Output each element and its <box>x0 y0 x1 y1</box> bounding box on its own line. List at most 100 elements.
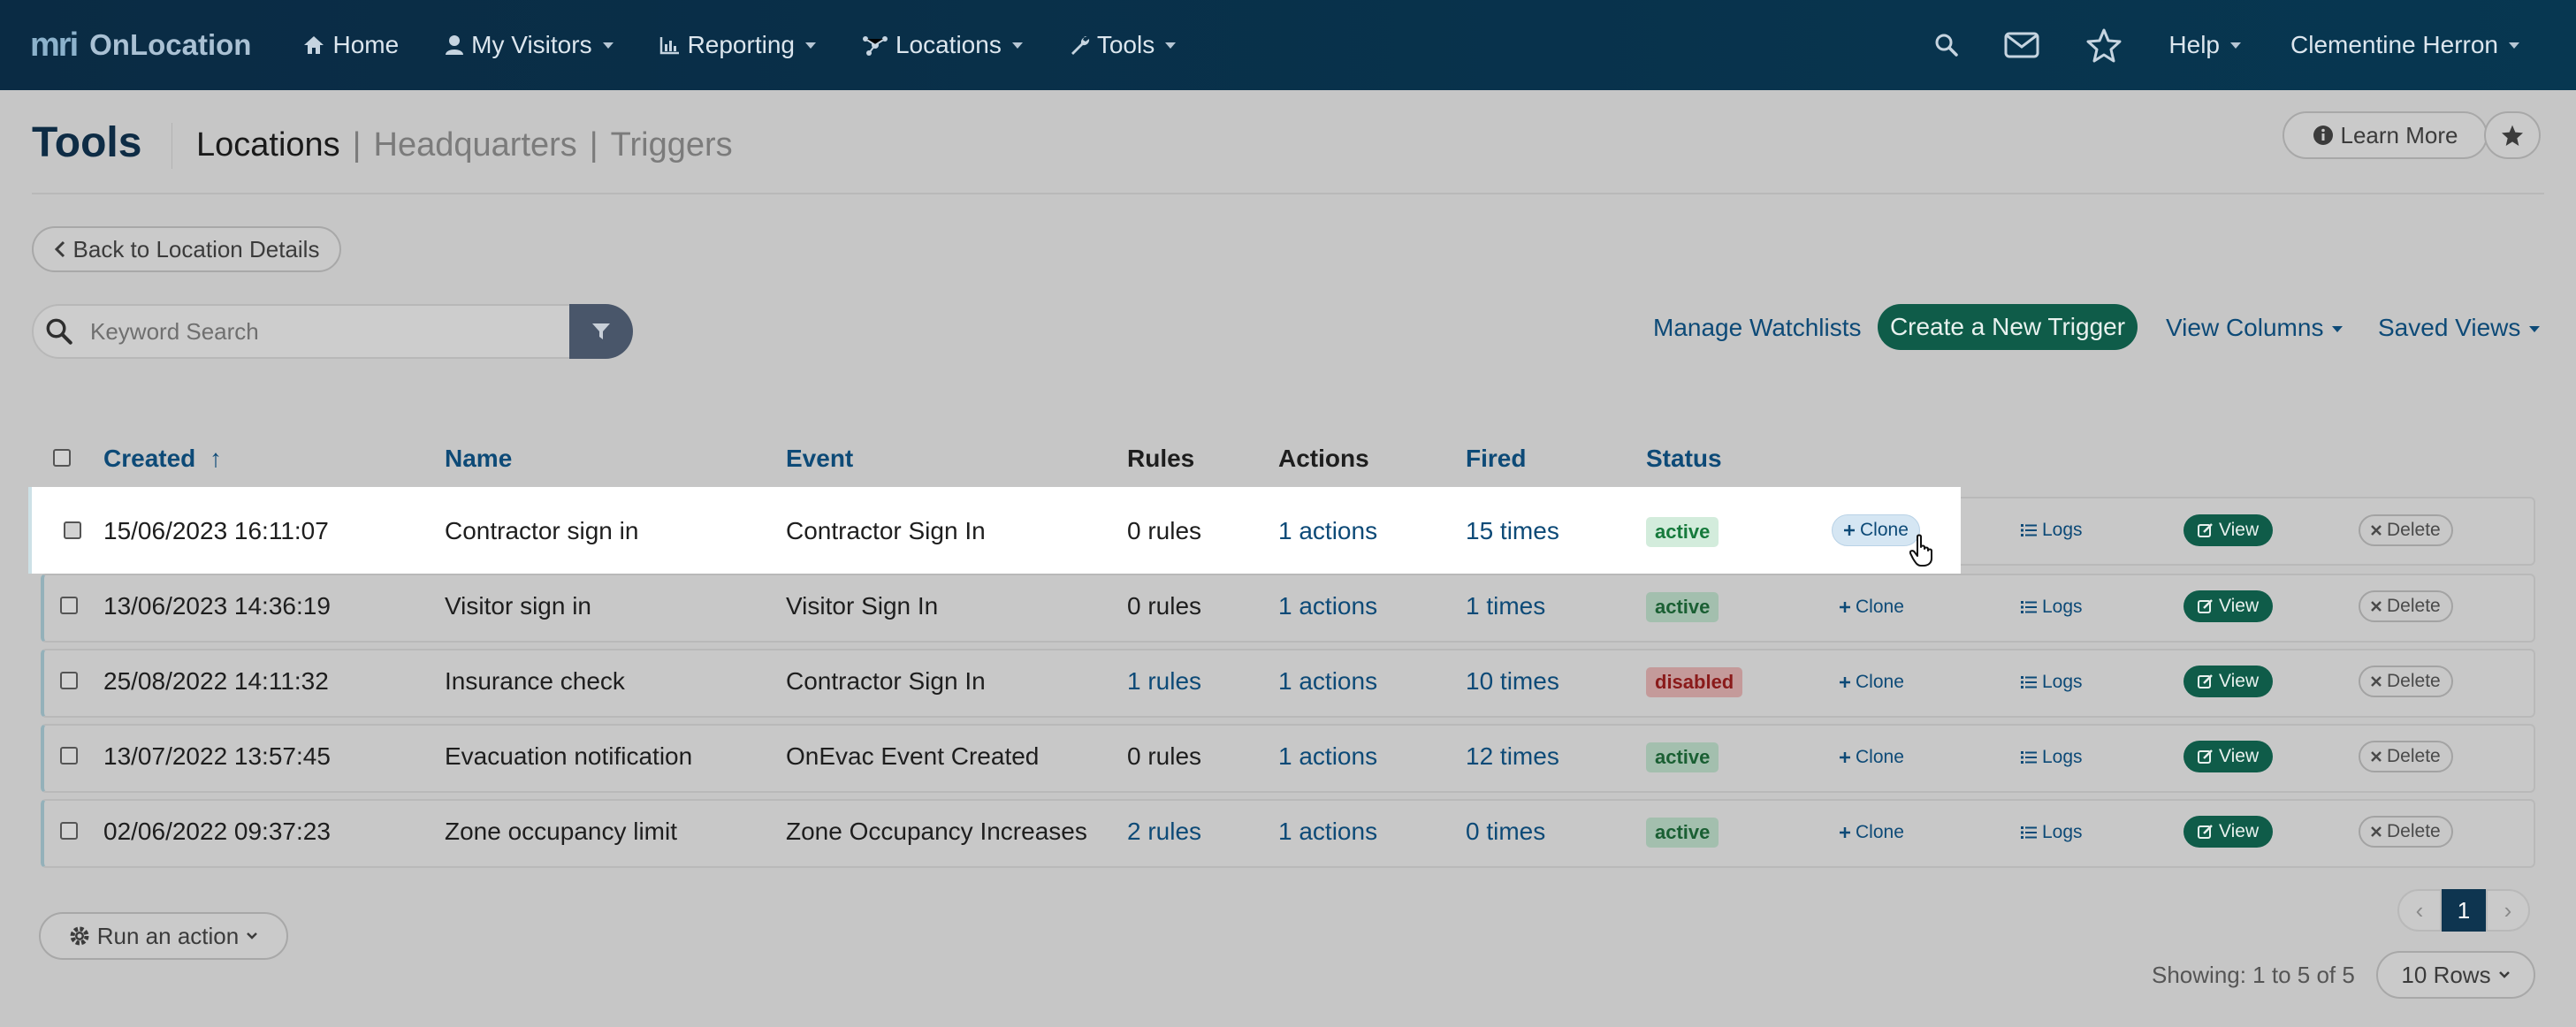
logs-button[interactable]: Logs <box>2021 672 2083 693</box>
logo[interactable]: mri OnLocation <box>30 27 251 65</box>
tab-triggers[interactable]: Triggers <box>611 126 733 164</box>
cell-fired-link[interactable]: 1 times <box>1466 592 1545 620</box>
column-header-fired[interactable]: Fired <box>1466 445 1526 473</box>
cell-actions-link[interactable]: 1 actions <box>1278 667 1377 696</box>
view-button[interactable]: View <box>2184 741 2274 772</box>
edit-icon <box>2198 523 2213 537</box>
delete-button[interactable]: Delete <box>2359 816 2453 848</box>
view-columns-label: View Columns <box>2166 314 2324 341</box>
tab-headquarters[interactable]: Headquarters <box>374 126 577 164</box>
delete-button[interactable]: Delete <box>2359 514 2453 546</box>
nav-home[interactable]: Home <box>302 31 399 59</box>
info-icon <box>2313 126 2333 145</box>
logs-button[interactable]: Logs <box>2021 520 2083 541</box>
cell-fired-link[interactable]: 0 times <box>1466 818 1545 846</box>
pagination-prev[interactable]: ‹ <box>2397 889 2442 932</box>
clone-button[interactable]: Clone <box>1839 672 1904 693</box>
clone-button[interactable]: Clone <box>1832 514 1920 546</box>
search-icon[interactable] <box>1935 34 1959 57</box>
user-menu[interactable]: Clementine Herron <box>2290 31 2519 59</box>
logs-label: Logs <box>2042 822 2083 842</box>
showing-count: Showing: 1 to 5 of 5 <box>2152 962 2355 988</box>
mail-icon[interactable] <box>2004 32 2039 58</box>
cell-actions-link[interactable]: 1 actions <box>1278 742 1377 771</box>
view-button[interactable]: View <box>2184 590 2274 622</box>
back-to-location-details-button[interactable]: Back to Location Details <box>32 226 341 272</box>
row-checkbox[interactable] <box>64 521 81 539</box>
cell-actions-link[interactable]: 1 actions <box>1278 592 1377 620</box>
column-header-name[interactable]: Name <box>445 445 512 473</box>
cell-actions-link[interactable]: 1 actions <box>1278 818 1377 846</box>
logs-button[interactable]: Logs <box>2021 597 2083 618</box>
cell-created: 13/07/2022 13:57:45 <box>103 742 331 770</box>
view-columns-dropdown[interactable]: View Columns <box>2166 314 2344 342</box>
filter-button[interactable] <box>569 304 633 359</box>
learn-more-button[interactable]: Learn More <box>2283 111 2488 159</box>
row-checkbox[interactable] <box>60 822 78 840</box>
nav-locations[interactable]: Locations <box>862 31 1023 59</box>
clone-label: Clone <box>1860 520 1909 540</box>
clone-button[interactable]: Clone <box>1839 747 1904 768</box>
status-badge: active <box>1646 592 1719 622</box>
logs-button[interactable]: Logs <box>2021 747 2083 768</box>
row-checkbox[interactable] <box>60 597 78 614</box>
column-header-event[interactable]: Event <box>786 445 853 473</box>
cell-created: 25/08/2022 14:11:32 <box>103 667 329 695</box>
logs-label: Logs <box>2042 520 2083 540</box>
nav-reporting[interactable]: Reporting <box>659 31 816 59</box>
create-trigger-button[interactable]: Create a New Trigger <box>1878 304 2138 350</box>
list-icon <box>2021 826 2037 839</box>
view-button[interactable]: View <box>2184 514 2274 546</box>
list-icon <box>2021 751 2037 764</box>
favorite-button[interactable] <box>2484 111 2541 159</box>
delete-button[interactable]: Delete <box>2359 741 2453 772</box>
tab-locations[interactable]: Locations <box>196 126 340 164</box>
manage-watchlists-link[interactable]: Manage Watchlists <box>1653 314 1862 342</box>
gear-icon <box>70 926 89 946</box>
column-header-created[interactable]: Created ↑ <box>103 445 222 473</box>
select-all-checkbox[interactable] <box>53 449 71 467</box>
clone-label: Clone <box>1856 672 1904 692</box>
delete-label: Delete <box>2387 671 2441 691</box>
top-navbar: mri OnLocation Home My Visitors Reportin… <box>0 0 2576 90</box>
column-header-actions: Actions <box>1278 445 1369 472</box>
delete-button[interactable]: Delete <box>2359 590 2453 622</box>
user-icon <box>446 35 464 55</box>
wrench-icon <box>1071 36 1089 55</box>
nav-help-label: Help <box>2168 31 2220 58</box>
row-checkbox[interactable] <box>60 672 78 689</box>
delete-button[interactable]: Delete <box>2359 666 2453 697</box>
pagination-page-current[interactable]: 1 <box>2442 889 2486 932</box>
nav-tools[interactable]: Tools <box>1069 31 1177 59</box>
cell-name: Insurance check <box>445 667 625 695</box>
clone-label: Clone <box>1856 597 1904 617</box>
cell-fired-link[interactable]: 12 times <box>1466 742 1559 771</box>
logs-label: Logs <box>2042 747 2083 767</box>
saved-views-label: Saved Views <box>2378 314 2521 341</box>
nav-my-visitors[interactable]: My Visitors <box>445 31 614 59</box>
chevron-down-icon <box>1165 42 1177 49</box>
clone-button[interactable]: Clone <box>1839 597 1904 618</box>
run-action-dropdown[interactable]: Run an action <box>39 912 288 960</box>
chevron-down-icon <box>2509 42 2519 49</box>
nav-help[interactable]: Help <box>2168 31 2241 59</box>
status-badge: active <box>1646 818 1719 848</box>
close-icon <box>2371 751 2382 762</box>
view-button[interactable]: View <box>2184 666 2274 697</box>
keyword-search-input[interactable] <box>90 317 568 346</box>
view-button[interactable]: View <box>2184 816 2274 848</box>
row-checkbox[interactable] <box>60 747 78 765</box>
pagination-next[interactable]: › <box>2486 889 2530 932</box>
cell-rules-link[interactable]: 2 rules <box>1127 818 1201 846</box>
star-icon[interactable] <box>2085 27 2123 63</box>
column-header-status[interactable]: Status <box>1646 445 1722 473</box>
saved-views-dropdown[interactable]: Saved Views <box>2378 314 2541 342</box>
clone-button[interactable]: Clone <box>1839 822 1904 843</box>
rows-per-page-dropdown[interactable]: 10 Rows <box>2376 951 2535 999</box>
locations-icon <box>862 36 888 56</box>
logs-button[interactable]: Logs <box>2021 822 2083 843</box>
cell-rules-link[interactable]: 1 rules <box>1127 667 1201 696</box>
cell-fired-link[interactable]: 10 times <box>1466 667 1559 696</box>
cell-actions-link[interactable]: 1 actions <box>1278 517 1377 545</box>
cell-fired-link[interactable]: 15 times <box>1466 517 1559 545</box>
